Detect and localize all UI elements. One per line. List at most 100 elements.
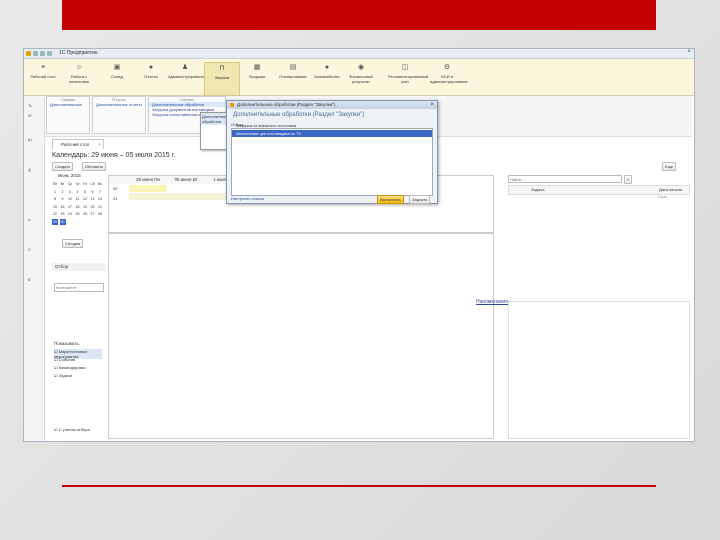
time-01: 01	[113, 196, 118, 201]
section-ledger[interactable]: ◫ Регламентированный учет	[388, 62, 428, 94]
today-button[interactable]: Сегодня	[62, 239, 84, 248]
warehouse-icon: ▣	[113, 64, 121, 71]
list-item[interactable]: Загрузка из внешнего источника	[236, 123, 296, 128]
section-desktop[interactable]: ≡ Рабочий стол	[26, 62, 60, 94]
section-finance[interactable]: ◉ Финансовый результат	[344, 62, 378, 94]
cart-icon: ⊓	[219, 65, 225, 72]
section-settings[interactable]: ⚙ НСИ и администрирование	[430, 62, 468, 94]
dialog-logo-icon	[230, 103, 234, 107]
dialog-title-bar: Дополнительные обработки (Раздел "Закупк…	[227, 101, 437, 109]
nav-icon-3[interactable]: Ш	[28, 137, 32, 142]
calendar-day[interactable]: 8	[52, 196, 58, 202]
tasks-search-input[interactable]	[508, 175, 622, 183]
col-task: Задача	[531, 187, 545, 192]
money-icon: ●	[324, 64, 330, 71]
section-purchases[interactable]: ⊓ Закупки	[204, 62, 240, 96]
calendar-day[interactable]: 6	[90, 189, 96, 195]
tab-desktop[interactable]: Рабочий стол ×	[52, 139, 104, 149]
finance-icon: ◉	[357, 64, 365, 71]
tab-close-icon[interactable]: ×	[98, 140, 101, 150]
checkbox-trips[interactable]: ☑ Командировки	[54, 365, 86, 370]
additional-processing-dialog: Дополнительные обработки (Раздел "Закупк…	[226, 100, 438, 204]
processing-list: Загрузка из внешнего источника Заполнени…	[231, 123, 433, 196]
calendar-day[interactable]: 22	[52, 211, 58, 217]
close-window-icon[interactable]: ×	[687, 49, 691, 55]
nav-icon-1[interactable]: Тс	[28, 103, 32, 108]
calendar-day[interactable]: 28	[97, 211, 103, 217]
calendar-day[interactable]: 9	[60, 196, 66, 202]
calendar-day[interactable]: 24	[67, 211, 73, 217]
calendar-day[interactable]: 30	[59, 218, 66, 225]
home-icon[interactable]	[47, 51, 52, 56]
reminders-list	[508, 301, 690, 439]
checkbox-tasks[interactable]: ☑ Задачи	[54, 373, 72, 378]
col-header-1: 29 июня Пн	[129, 176, 168, 184]
sublink-additional-reports[interactable]: Дополнительные отчеты	[93, 102, 145, 107]
refresh-button[interactable]: Обновить	[82, 162, 107, 171]
nav-icon-2[interactable]: Ж	[28, 113, 32, 118]
calendar-day[interactable]: 20	[90, 204, 96, 210]
calendar-day[interactable]: 2	[60, 189, 66, 195]
more-button[interactable]: Еще	[662, 162, 677, 171]
weekday-label: Пт	[82, 182, 88, 186]
weekday-label: Вс	[97, 182, 103, 186]
calendar-day[interactable]: 17	[67, 204, 73, 210]
section-admin[interactable]: ♟ Администрирование	[168, 62, 206, 94]
contractor-filter-input[interactable]	[54, 283, 104, 292]
dialog-close-icon[interactable]: ×	[430, 101, 434, 109]
calendar-day[interactable]: 13	[90, 196, 96, 202]
settings-list-link[interactable]: Настроить список	[231, 196, 264, 201]
subgroup-service-1: Сервис Дополнительные	[46, 96, 90, 134]
dialog-close-button[interactable]: Закрыть	[409, 195, 431, 204]
checkbox-with-filter[interactable]: ☑ С учетом отбора	[54, 427, 90, 432]
calendar-day[interactable]: 16	[60, 204, 66, 210]
back-icon[interactable]	[33, 51, 38, 56]
calendar-day[interactable]: 19	[82, 204, 88, 210]
section-sales[interactable]: ▦ Продажи	[240, 62, 274, 94]
calendar-day[interactable]: 14	[97, 196, 103, 202]
execute-button[interactable]: Выполнить	[377, 195, 404, 204]
checkbox-events[interactable]: ☑ События	[54, 357, 75, 362]
section-planning[interactable]: ▤ Планирование	[276, 62, 310, 94]
calendar-day[interactable]: 4	[75, 189, 81, 195]
forward-icon[interactable]	[40, 51, 45, 56]
section-reports[interactable]: ● Отчеты	[134, 62, 168, 94]
calendar-day[interactable]: 10	[67, 196, 73, 202]
calendar-day[interactable]: 27	[90, 211, 96, 217]
calendar-day[interactable]: 25	[75, 211, 81, 217]
reminders-link[interactable]: Напоминания	[476, 299, 508, 305]
nav-icon-4[interactable]: Д	[28, 167, 31, 172]
nav-icon-5[interactable]: А	[28, 217, 31, 222]
time-column-header	[109, 176, 130, 184]
list-item-selected[interactable]: Заполнение цен поставщика по ТЗ	[232, 130, 432, 137]
ledger-icon: ◫	[401, 64, 409, 71]
calendar-day[interactable]: 1	[52, 189, 58, 195]
calendar-day[interactable]: 15	[52, 204, 58, 210]
calendar-day[interactable]: 18	[75, 204, 81, 210]
calendar-month: Июнь 2015	[58, 173, 81, 178]
calendar-day[interactable]: 26	[82, 211, 88, 217]
section-clients[interactable]: ☺ Работа с клиентами	[62, 62, 96, 94]
weekday-label: Чт	[75, 182, 80, 186]
calendar-day[interactable]: 11	[75, 196, 81, 202]
calendar-day[interactable]: 29	[52, 218, 58, 225]
calendar-day[interactable]: 7	[97, 189, 103, 195]
calendar-day[interactable]: 12	[82, 196, 88, 202]
calendar-day[interactable]: 23	[60, 211, 66, 217]
grid-cell-highlight[interactable]	[129, 185, 167, 192]
dialog-heading: Дополнительные обработки (Раздел "Закупк…	[233, 112, 365, 118]
nav-icon-7[interactable]: Е	[28, 277, 31, 282]
create-button[interactable]: Создать	[52, 162, 74, 171]
tasks-more-button[interactable]: ≡	[624, 175, 633, 184]
reports-icon: ●	[148, 64, 154, 71]
app-window: 1С:Предприятие × ≡ Рабочий стол ☺ Работа с…	[23, 48, 695, 442]
section-warehouse[interactable]: ▣ Склад	[100, 62, 134, 94]
nav-icon-6[interactable]: Л	[28, 247, 31, 252]
calendar-day[interactable]: 5	[82, 189, 88, 195]
calendar-day[interactable]: 3	[67, 189, 73, 195]
section-treasury[interactable]: ● Казначейство	[310, 62, 344, 94]
schedule-body	[108, 233, 494, 439]
calendar-day[interactable]: 21	[97, 204, 103, 210]
sublink-additional[interactable]: Дополнительные	[47, 102, 89, 107]
sales-icon: ▦	[253, 64, 261, 71]
